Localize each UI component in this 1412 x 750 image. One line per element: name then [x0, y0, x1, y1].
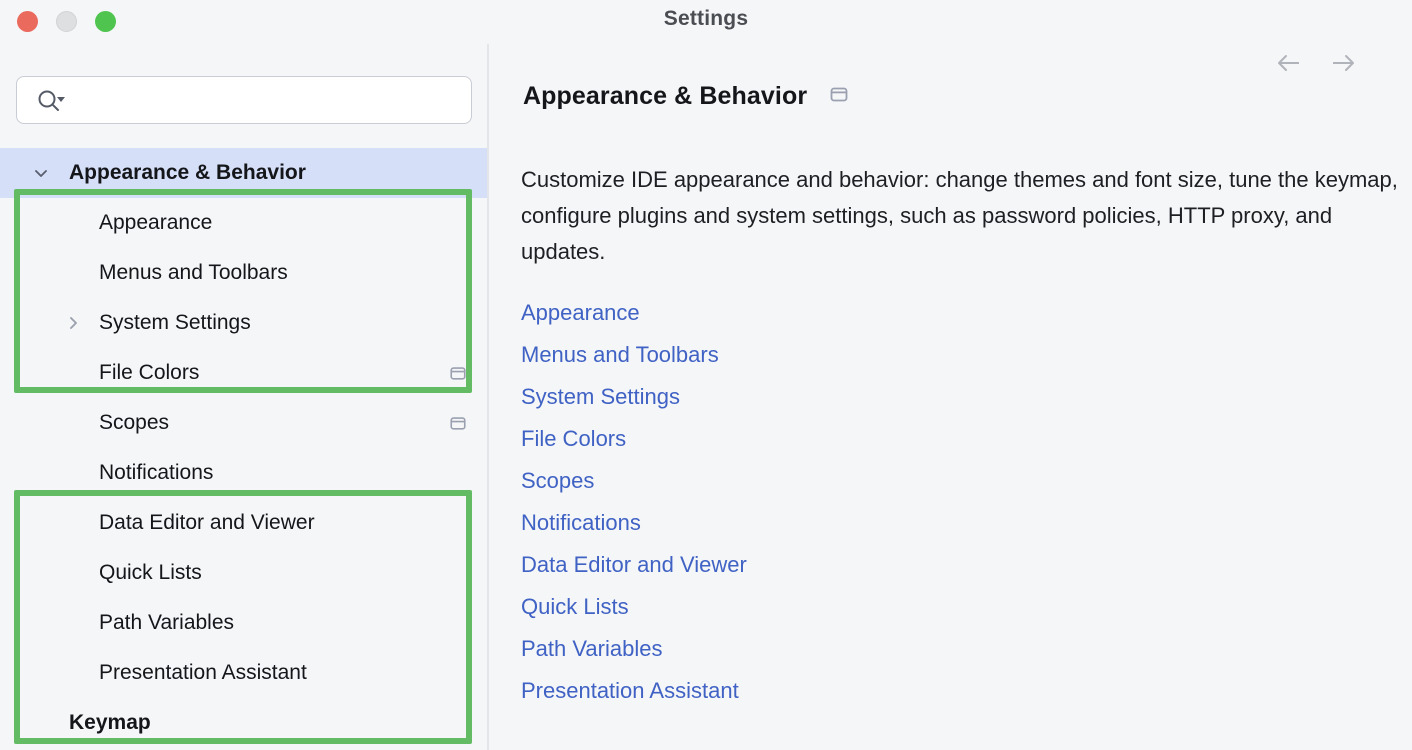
sidebar-item-label: System Settings: [0, 311, 251, 335]
settings-sidebar: Appearance & Behavior Appearance Menus and…: [0, 44, 488, 750]
arrow-left-icon[interactable]: [1274, 48, 1304, 78]
sidebar-item-system-settings[interactable]: System Settings: [0, 298, 488, 348]
sidebar-item-file-colors[interactable]: File Colors: [0, 348, 488, 398]
sidebar-item-scopes[interactable]: Scopes: [0, 398, 488, 448]
sidebar-item-quick-lists[interactable]: Quick Lists: [0, 548, 488, 598]
content-link-data-editor-and-viewer[interactable]: Data Editor and Viewer: [521, 544, 747, 586]
arrow-right-icon[interactable]: [1328, 48, 1358, 78]
settings-link-list: AppearanceMenus and ToolbarsSystem Setti…: [521, 292, 747, 712]
content-link-system-settings[interactable]: System Settings: [521, 376, 680, 418]
content-link-notifications[interactable]: Notifications: [521, 502, 641, 544]
sidebar-item-label: Appearance: [0, 211, 212, 235]
content-link-path-variables[interactable]: Path Variables: [521, 628, 662, 670]
window-titlebar: Settings: [0, 0, 1412, 44]
window-icon[interactable]: [829, 84, 849, 109]
sidebar-item-notifications[interactable]: Notifications: [0, 448, 488, 498]
content-link-appearance[interactable]: Appearance: [521, 292, 640, 334]
window-icon[interactable]: [449, 414, 467, 432]
sidebar-item-label: Keymap: [0, 711, 151, 735]
sidebar-item-label: Menus and Toolbars: [0, 261, 288, 285]
sidebar-item-label: Quick Lists: [0, 561, 202, 585]
content-link-presentation-assistant[interactable]: Presentation Assistant: [521, 670, 739, 712]
sidebar-item-keymap[interactable]: Keymap: [0, 698, 488, 748]
settings-tree: Appearance & Behavior Appearance Menus and…: [0, 148, 488, 748]
sidebar-item-label: File Colors: [0, 361, 199, 385]
search-input[interactable]: [16, 76, 472, 124]
chevron-right-icon[interactable]: [63, 313, 83, 333]
sidebar-item-data-editor-and-viewer[interactable]: Data Editor and Viewer: [0, 498, 488, 548]
sidebar-item-path-variables[interactable]: Path Variables: [0, 598, 488, 648]
sidebar-item-label: Presentation Assistant: [0, 661, 307, 685]
chevron-down-icon[interactable]: [31, 163, 51, 183]
window-title: Settings: [0, 7, 1412, 31]
sidebar-item-appearance-behavior[interactable]: Appearance & Behavior: [0, 148, 488, 198]
sidebar-item-menus-and-toolbars[interactable]: Menus and Toolbars: [0, 248, 488, 298]
search-icon[interactable]: [36, 89, 70, 113]
page-title: Appearance & Behavior: [523, 82, 807, 111]
navigation-arrows: [1274, 48, 1358, 78]
content-link-quick-lists[interactable]: Quick Lists: [521, 586, 629, 628]
sidebar-item-presentation-assistant[interactable]: Presentation Assistant: [0, 648, 488, 698]
sidebar-item-label: Notifications: [0, 461, 213, 485]
settings-content-pane: Appearance & Behavior Customize IDE appe…: [489, 44, 1412, 750]
sidebar-item-label: Scopes: [0, 411, 169, 435]
window-icon[interactable]: [449, 364, 467, 382]
settings-window: Settings Appearance & BehaviorAppearance…: [0, 0, 1412, 750]
page-description: Customize IDE appearance and behavior: c…: [521, 162, 1407, 270]
sidebar-item-label: Path Variables: [0, 611, 234, 635]
content-link-menus-and-toolbars[interactable]: Menus and Toolbars: [521, 334, 719, 376]
content-link-scopes[interactable]: Scopes: [521, 460, 594, 502]
content-link-file-colors[interactable]: File Colors: [521, 418, 626, 460]
sidebar-item-label: Data Editor and Viewer: [0, 511, 315, 535]
page-header: Appearance & Behavior: [523, 82, 849, 111]
sidebar-item-appearance[interactable]: Appearance: [0, 198, 488, 248]
